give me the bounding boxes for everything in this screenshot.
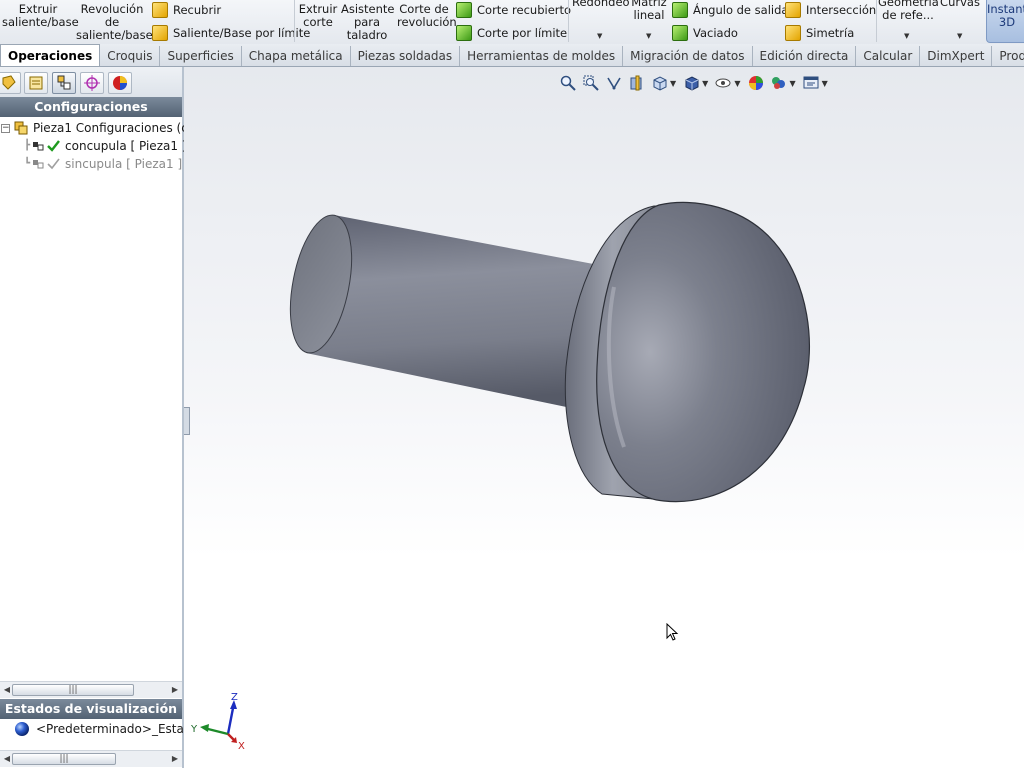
scrollbar-thumb[interactable]: ||| <box>12 684 134 696</box>
y-axis-label: Y <box>190 724 198 735</box>
ribbon-separator <box>294 0 295 42</box>
property-manager-icon[interactable] <box>24 72 48 94</box>
extrude-boss-button[interactable]: Extruir saliente/base <box>2 3 79 29</box>
z-axis-label: Z <box>231 692 238 703</box>
command-manager-ribbon: Extruir saliente/base Revolución de sali… <box>0 0 1024 45</box>
loft-cut-icon <box>456 2 472 18</box>
display-states-header: Estados de visualización <box>0 699 182 719</box>
tab-edicion-directa[interactable]: Edición directa <box>753 46 857 66</box>
configuration-manager-icon[interactable] <box>52 72 76 94</box>
command-manager-tabs: Operaciones Croquis Superficies Chapa me… <box>0 44 1024 67</box>
display-manager-icon[interactable] <box>108 72 132 94</box>
configuration-icon <box>33 160 44 169</box>
mouse-cursor-icon <box>666 623 679 641</box>
boundary-cut-icon <box>456 25 472 41</box>
tab-productos-office[interactable]: Productos Office <box>992 46 1024 66</box>
intersect-icon <box>785 2 801 18</box>
tab-migracion-de-datos[interactable]: Migración de datos <box>623 46 753 66</box>
draft-icon <box>672 2 688 18</box>
active-checkmark-icon <box>47 140 60 152</box>
tab-herramientas-de-moldes[interactable]: Herramientas de moldes <box>460 46 624 66</box>
revolve-boss-button[interactable]: Revolución de saliente/base <box>76 3 153 42</box>
tab-croquis[interactable]: Croquis <box>100 46 161 66</box>
mirror-icon <box>785 25 801 41</box>
ribbon-separator <box>876 0 877 42</box>
fillet-button[interactable]: Redondeo <box>572 0 630 9</box>
manager-panel: Configuraciones − Pieza1 Configuraciones… <box>0 67 199 768</box>
x-axis-label: X <box>238 741 245 751</box>
hole-wizard-button[interactable]: Asistente para taladro <box>341 3 395 42</box>
configuration-item-sincupula[interactable]: ┗ sincupula [ Pieza1 ] <box>24 155 182 173</box>
mirror-button[interactable]: Simetría <box>785 25 854 41</box>
draft-button[interactable]: Ángulo de salida <box>672 2 788 18</box>
tree-connector: ┗ <box>24 158 31 169</box>
scrollbar-thumb[interactable]: ||| <box>12 753 116 765</box>
ribbon-separator <box>568 0 569 42</box>
tab-piezas-soldadas[interactable]: Piezas soldadas <box>351 46 461 66</box>
configuration-icon <box>33 142 44 151</box>
graphics-area[interactable]: ▼ ▼ ▼ ▼ ▼ Z Y X <box>184 67 1024 768</box>
revolve-cut-button[interactable]: Corte de revolución <box>397 3 457 29</box>
intersect-button[interactable]: Intersección <box>785 2 876 18</box>
loft-cut-button[interactable]: Corte recubierto <box>456 2 571 18</box>
scroll-right-icon[interactable]: ▶ <box>168 682 182 698</box>
tree-connector: ┣ <box>24 140 31 151</box>
display-state-sphere-icon <box>15 722 29 736</box>
instant3d-button[interactable]: Instant 3D <box>986 0 1024 43</box>
boundary-cut-button[interactable]: Corte por límite <box>456 25 567 41</box>
collapse-toggle-icon[interactable]: − <box>1 123 10 133</box>
part-configurations-icon <box>14 121 28 135</box>
tab-dimxpert[interactable]: DimXpert <box>920 46 993 66</box>
reference-geometry-dropdown-icon[interactable]: ▼ <box>904 32 909 40</box>
tab-operaciones[interactable]: Operaciones <box>0 44 101 66</box>
part-model[interactable] <box>184 67 1024 768</box>
reference-geometry-button[interactable]: Geometría de refe... <box>878 0 939 22</box>
pattern-dropdown-icon[interactable]: ▼ <box>646 32 651 40</box>
display-state-item[interactable]: <Predeterminado>_Estado <box>14 720 199 738</box>
linear-pattern-button[interactable]: Matriz lineal <box>630 0 668 22</box>
scroll-right-icon[interactable]: ▶ <box>168 751 182 767</box>
tab-chapa-metalica[interactable]: Chapa metálica <box>242 46 351 66</box>
feature-manager-icon[interactable] <box>0 72 21 94</box>
sweep-icon <box>152 2 168 18</box>
tab-calcular[interactable]: Calcular <box>856 46 921 66</box>
configuration-item-concupula[interactable]: ┣ concupula [ Pieza1 ] <box>24 137 186 155</box>
dimxpert-manager-icon[interactable] <box>80 72 104 94</box>
boundary-boss-icon <box>152 25 168 41</box>
display-states-scrollbar[interactable]: ◀ ||| ▶ <box>0 750 182 767</box>
fillet-dropdown-icon[interactable]: ▼ <box>597 32 602 40</box>
inactive-checkmark-icon <box>47 158 60 170</box>
coordinate-triad: Z Y X <box>190 692 245 751</box>
configurations-scrollbar[interactable]: ◀ ||| ▶ <box>0 681 182 698</box>
sweep-button[interactable]: Recubrir <box>152 2 221 18</box>
boundary-boss-button[interactable]: Saliente/Base por límite <box>152 25 310 41</box>
extrude-cut-button[interactable]: Extruir corte <box>298 3 338 29</box>
configurations-header: Configuraciones <box>0 97 182 117</box>
tab-superficies[interactable]: Superficies <box>160 46 242 66</box>
curves-button[interactable]: Curvas <box>940 0 980 9</box>
configurations-root[interactable]: − Pieza1 Configuraciones (co <box>1 119 195 137</box>
shell-icon <box>672 25 688 41</box>
manager-tabs-toolbar <box>0 67 182 98</box>
shell-button[interactable]: Vaciado <box>672 25 738 41</box>
curves-dropdown-icon[interactable]: ▼ <box>957 32 962 40</box>
